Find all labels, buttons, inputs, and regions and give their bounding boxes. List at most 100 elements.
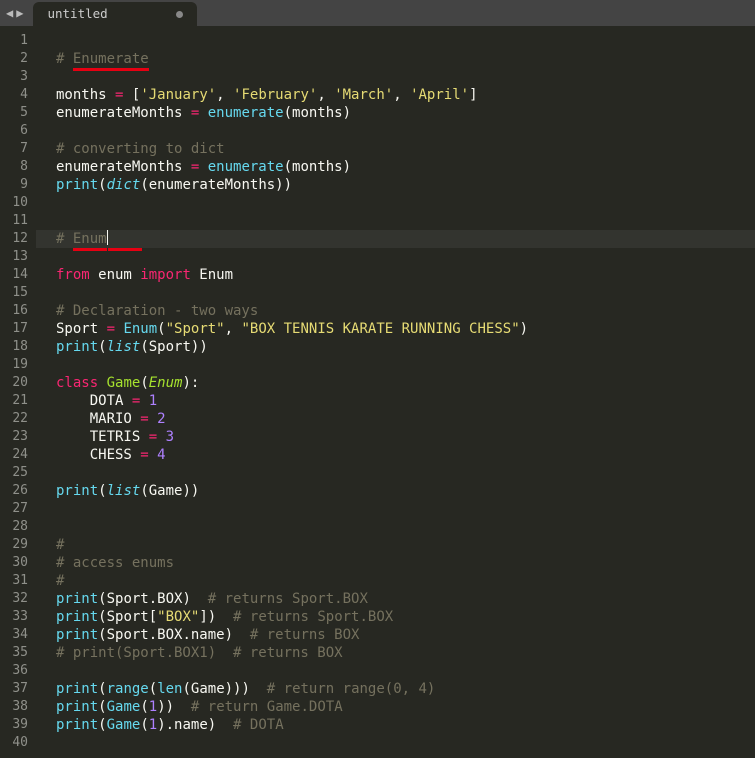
line-number: 16 — [0, 302, 28, 320]
code-line[interactable]: print(Sport.BOX.name) # returns BOX — [36, 626, 755, 644]
code-line[interactable]: print(dict(enumerateMonths)) — [36, 176, 755, 194]
nav-forward-icon[interactable]: ▶ — [16, 4, 23, 22]
token: )) — [157, 699, 191, 715]
line-number: 33 — [0, 608, 28, 626]
code-line[interactable]: # — [36, 572, 755, 590]
token: print — [56, 609, 98, 625]
code-line[interactable]: print(range(len(Game))) # return range(0… — [36, 680, 755, 698]
code-line[interactable]: # print(Sport.BOX1) # returns BOX — [36, 644, 755, 662]
token: ( — [98, 339, 106, 355]
token: print — [56, 681, 98, 697]
editor: 1234567891011121314151617181920212223242… — [0, 26, 755, 758]
code-line[interactable] — [36, 356, 755, 374]
code-line[interactable] — [36, 662, 755, 680]
token: (Sport[ — [98, 609, 157, 625]
line-number: 20 — [0, 374, 28, 392]
code-line[interactable]: # Enumerate — [36, 50, 755, 68]
line-number: 7 — [0, 140, 28, 158]
token: # — [56, 537, 64, 553]
code-line[interactable]: print(Game(1)) # return Game.DOTA — [36, 698, 755, 716]
token: (Game))) — [182, 681, 266, 697]
tab-untitled[interactable]: untitled — [33, 2, 196, 26]
code-line[interactable]: # access enums — [36, 554, 755, 572]
token: print — [56, 177, 98, 193]
code-line[interactable] — [36, 518, 755, 536]
token: 1 — [149, 393, 157, 409]
code-line[interactable]: print(Sport.BOX) # returns Sport.BOX — [36, 590, 755, 608]
code-line[interactable]: print(list(Game)) — [36, 482, 755, 500]
code-line[interactable]: print(Sport["BOX"]) # returns Sport.BOX — [36, 608, 755, 626]
line-number: 15 — [0, 284, 28, 302]
token: enum — [90, 267, 141, 283]
code-line[interactable] — [36, 734, 755, 752]
code-line[interactable]: from enum import Enum — [36, 266, 755, 284]
token: ( — [140, 699, 148, 715]
code-line[interactable]: # — [36, 536, 755, 554]
token: (enumerateMonths)) — [140, 177, 292, 193]
line-number: 35 — [0, 644, 28, 662]
code-line[interactable]: print(list(Sport)) — [36, 338, 755, 356]
token: ] — [469, 87, 477, 103]
code-line[interactable]: # Enum — [36, 230, 755, 248]
code-line[interactable] — [36, 284, 755, 302]
code-line[interactable] — [36, 500, 755, 518]
code-line[interactable]: enumerateMonths = enumerate(months) — [36, 104, 755, 122]
token: MARIO — [56, 411, 140, 427]
token: enumerate — [208, 105, 284, 121]
token: ( — [157, 321, 165, 337]
line-number: 26 — [0, 482, 28, 500]
token: 2 — [157, 411, 165, 427]
line-number: 23 — [0, 428, 28, 446]
token: import — [140, 267, 191, 283]
code-line[interactable]: months = ['January', 'February', 'March'… — [36, 86, 755, 104]
token: TETRIS — [56, 429, 149, 445]
token: months — [56, 87, 115, 103]
line-number: 28 — [0, 518, 28, 536]
code-line[interactable] — [36, 212, 755, 230]
token: enumerateMonths — [56, 159, 191, 175]
line-number: 25 — [0, 464, 28, 482]
token: print — [56, 339, 98, 355]
code-line[interactable]: DOTA = 1 — [36, 392, 755, 410]
token: = — [149, 429, 157, 445]
token: (months) — [284, 159, 351, 175]
token: ): — [182, 375, 199, 391]
token — [149, 447, 157, 463]
token: (Sport.BOX.name) — [98, 627, 250, 643]
code-line[interactable] — [36, 248, 755, 266]
token: Enumerate — [73, 50, 149, 71]
tab-title: untitled — [47, 5, 107, 23]
code-line[interactable]: CHESS = 4 — [36, 446, 755, 464]
token: = — [140, 447, 148, 463]
code-line[interactable]: TETRIS = 3 — [36, 428, 755, 446]
token: Game — [107, 699, 141, 715]
code-line[interactable]: MARIO = 2 — [36, 410, 755, 428]
token: 'January' — [140, 87, 216, 103]
line-number: 13 — [0, 248, 28, 266]
token — [98, 375, 106, 391]
code-line[interactable]: enumerateMonths = enumerate(months) — [36, 158, 755, 176]
token — [108, 230, 142, 251]
token: Game — [107, 717, 141, 733]
token: ]) — [199, 609, 233, 625]
line-number: 38 — [0, 698, 28, 716]
nav-back-icon[interactable]: ◀ — [6, 4, 13, 22]
token: 'April' — [410, 87, 469, 103]
code-line[interactable]: # converting to dict — [36, 140, 755, 158]
nav-arrows: ◀ ▶ — [0, 0, 29, 26]
code-line[interactable]: class Game(Enum): — [36, 374, 755, 392]
token: list — [107, 483, 141, 499]
code-line[interactable] — [36, 32, 755, 50]
code-line[interactable] — [36, 194, 755, 212]
code-line[interactable] — [36, 464, 755, 482]
token: print — [56, 699, 98, 715]
code-line[interactable] — [36, 122, 755, 140]
line-number: 31 — [0, 572, 28, 590]
code-area[interactable]: # Enumerate months = ['January', 'Februar… — [36, 26, 755, 758]
token: Enum — [73, 230, 107, 251]
code-line[interactable]: Sport = Enum("Sport", "BOX TENNIS KARATE… — [36, 320, 755, 338]
token: ( — [98, 717, 106, 733]
token: = — [140, 411, 148, 427]
code-line[interactable]: # Declaration - two ways — [36, 302, 755, 320]
code-line[interactable]: print(Game(1).name) # DOTA — [36, 716, 755, 734]
